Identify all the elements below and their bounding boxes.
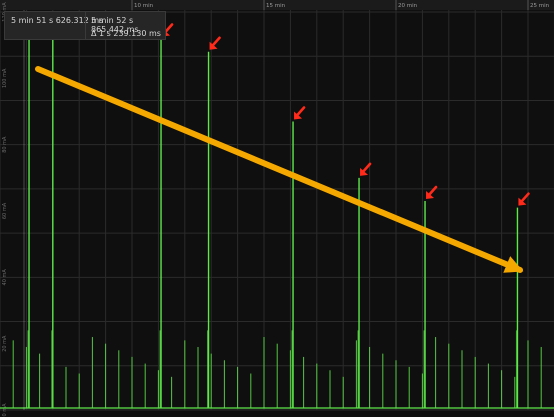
y-axis-label: 100 mA — [2, 68, 8, 88]
timeline-label: 10 min — [134, 3, 154, 9]
y-axis-label: 60 mA — [2, 202, 8, 219]
y-axis-label: 40 mA — [2, 269, 8, 286]
y-axis-label: 20 mA — [2, 335, 8, 352]
timeline-label: 15 min — [266, 3, 286, 9]
timeline-label: 20 min — [398, 3, 418, 9]
timeline-label: 25 min — [530, 3, 550, 9]
y-axis-label: 80 mA — [2, 136, 8, 153]
cursor-time-a: 5 min 51 s 626.312 ms — [11, 16, 104, 25]
readout-divider — [85, 12, 86, 39]
y-axis-label: 0 mA — [2, 403, 8, 417]
cursor-readout: 5 min 51 s 626.312 ms 5 min 52 s 865.442… — [4, 11, 166, 40]
waveform-plot[interactable]: min10 min15 min20 min25 min 120 mA100 mA… — [0, 0, 554, 417]
cursor-delta: Δ 1 s 239.130 ms — [91, 29, 161, 38]
